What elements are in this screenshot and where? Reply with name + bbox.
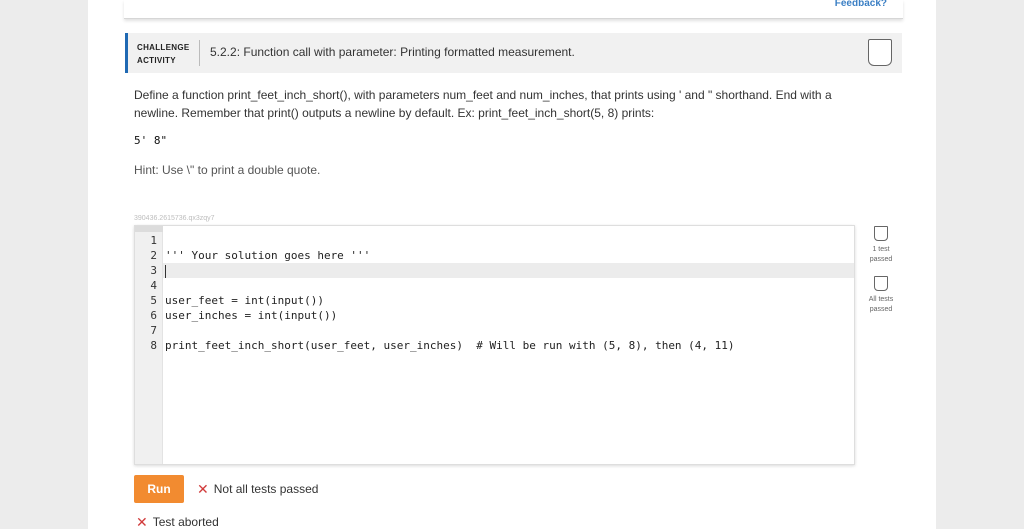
line-code: user_inches = int(input()) [165,309,338,322]
line-number: 5 [150,294,157,307]
activity-id: 390436.2615736.qx3zqy7 [134,215,215,222]
challenge-content: Define a function print_feet_inch_short(… [134,86,864,177]
line-number: 4 [150,279,157,292]
challenge-title: 5.2.2: Function call with parameter: Pri… [210,45,575,59]
gutter-top-bar [135,226,163,232]
previous-card: Feedback? [124,0,903,19]
completion-shield-icon [868,39,892,66]
fail-x-icon: ✕ [197,481,209,497]
challenge-activity-label: CHALLENGE ACTIVITY [137,43,190,65]
line-number: 1 [150,234,157,247]
code-editor[interactable]: 1 2 ''' Your solution goes here ''' 3 4 … [134,225,855,465]
test-1-status: 1 test passed [861,226,901,265]
all-tests-shield-icon [874,276,888,291]
challenge-header: CHALLENGE ACTIVITY 5.2.2: Function call … [125,33,902,73]
text-cursor [165,264,166,278]
line-code: print_feet_inch_short(user_feet, user_in… [165,339,735,352]
line-code: ''' Your solution goes here ''' [165,249,371,262]
code-line-6[interactable]: 6 user_inches = int(input()) [135,308,854,323]
header-divider [199,40,200,66]
challenge-description: Define a function print_feet_inch_short(… [134,88,832,120]
code-line-8[interactable]: 8 print_feet_inch_short(user_feet, user_… [135,338,854,353]
line-number: 3 [150,264,157,277]
line-number: 2 [150,249,157,262]
run-button[interactable]: Run [134,475,184,503]
code-line-4[interactable]: 4 [135,278,854,293]
example-output: 5' 8" [134,134,168,147]
all-tests-label: All tests passed [868,296,894,313]
code-line-2[interactable]: 2 ''' Your solution goes here ''' [135,248,854,263]
line-code: user_feet = int(input()) [165,294,324,307]
code-line-5[interactable]: 5 user_feet = int(input()) [135,293,854,308]
feedback-link[interactable]: Feedback? [835,0,887,9]
test-status-label: Not all tests passed [213,482,319,496]
test-aborted-label: Test aborted [152,515,219,529]
line-number: 6 [150,309,157,322]
test-shield-icon [874,226,888,241]
test-aborted-status: ✕ Test aborted [136,514,219,529]
test-status: ✕ Not all tests passed [197,481,318,498]
code-line-1[interactable]: 1 [135,233,854,248]
aborted-x-icon: ✕ [136,514,148,529]
hint-text: Hint: Use \" to print a double quote. [134,163,321,177]
line-code [165,263,166,278]
line-number: 7 [150,324,157,337]
test-1-label: 1 test passed [869,246,893,263]
line-number: 8 [150,339,157,352]
all-tests-status: All tests passed [861,276,901,315]
code-line-7[interactable]: 7 [135,323,854,338]
code-line-3-active[interactable]: 3 [150,263,854,278]
